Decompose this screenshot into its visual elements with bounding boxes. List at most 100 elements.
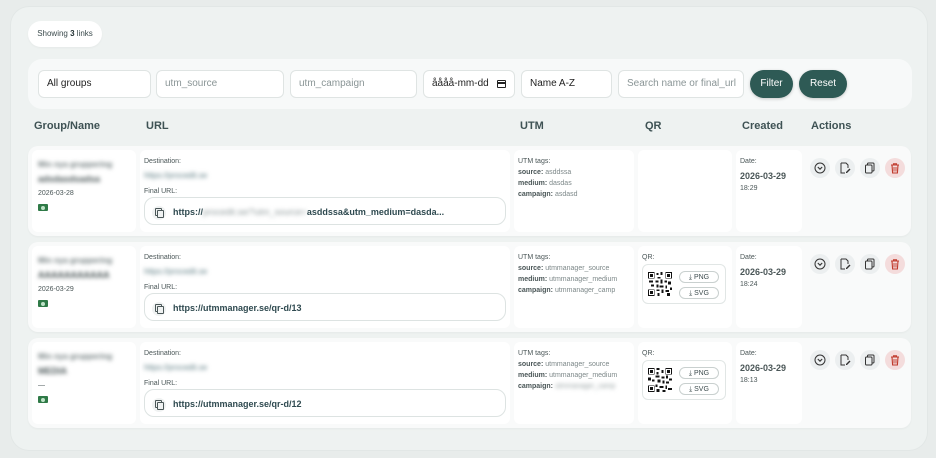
svg-label: SVG [694, 290, 709, 297]
duplicate-icon [865, 258, 875, 270]
final-url[interactable]: https://utmmanager.se/qr-d/13 [173, 303, 302, 313]
utm-medium-line: medium: dasdas [518, 180, 572, 187]
final-url-box[interactable]: https://utmmanager.se/qr-d/13 [144, 293, 506, 321]
utm-medium-key: medium: [518, 180, 548, 187]
utm-medium-key: medium: [518, 372, 548, 379]
delete-button[interactable] [885, 254, 905, 274]
utm-source-input[interactable]: utm_source [156, 70, 284, 98]
final-url-prefix: https:// [173, 207, 203, 217]
utm-campaign-input[interactable]: utm_campaign [290, 70, 417, 98]
edit-button[interactable] [835, 158, 855, 178]
qr-box: ⤓ PNG ⤓ SVG [642, 264, 726, 304]
edit-button[interactable] [835, 350, 855, 370]
copy-icon[interactable] [152, 302, 166, 316]
delete-button[interactable] [885, 158, 905, 178]
edit-icon [840, 162, 851, 174]
date-input-value: åååå-mm-dd [432, 78, 489, 89]
expand-button[interactable] [810, 158, 830, 178]
destination-label: Destination: [144, 350, 181, 357]
col-url[interactable]: URL [146, 120, 169, 132]
chevron-down-icon [814, 258, 826, 270]
svg-label: SVG [694, 386, 709, 393]
final-url-box[interactable]: https://procedit.se/?utm_source=asddssa&… [144, 197, 506, 225]
utm-campaign-value: utmmanager_camp [554, 383, 616, 390]
reset-button[interactable]: Reset [799, 70, 847, 98]
duplicate-button[interactable] [860, 350, 880, 370]
utm-medium-key: medium: [518, 276, 548, 283]
date-label: Date: [740, 350, 757, 357]
table-row: Min nya gruppering AAAAAAAAAAA 2026-03-2… [28, 242, 911, 332]
download-svg-button[interactable]: ⤓ SVG [679, 383, 719, 395]
showing-prefix: Showing [37, 29, 68, 38]
copy-icon[interactable] [152, 206, 166, 220]
sort-select[interactable]: Name A-Z [521, 70, 612, 98]
actions-cell [806, 342, 906, 424]
group-select[interactable]: All groups [38, 70, 151, 98]
qr-code-icon [648, 368, 672, 392]
trash-icon [891, 259, 899, 270]
col-group-name[interactable]: Group/Name [34, 120, 100, 132]
created-date: 2026-03-29 [740, 363, 787, 373]
date-label: Date: [740, 254, 757, 261]
duplicate-button[interactable] [860, 254, 880, 274]
destination-url[interactable]: https://procedit.se [144, 171, 207, 180]
utm-source-line: source: utmmanager_source [518, 361, 609, 368]
trash-icon [891, 355, 899, 366]
final-url-box[interactable]: https://utmmanager.se/qr-d/12 [144, 389, 506, 417]
destination-url[interactable]: https://procedit.se [144, 267, 207, 276]
col-qr[interactable]: QR [645, 120, 662, 132]
expand-button[interactable] [810, 350, 830, 370]
download-svg-button[interactable]: ⤓ SVG [679, 287, 719, 299]
filter-button[interactable]: Filter [750, 70, 793, 98]
money-icon [38, 396, 48, 403]
copy-icon[interactable] [152, 398, 166, 412]
qr-cell: QR: ⤓ PNG ⤓ SVG [638, 246, 732, 328]
qr-label: QR: [642, 350, 655, 357]
name-cell: Min nya gruppering AAAAAAAAAAA 2026-03-2… [32, 246, 136, 328]
utm-medium-value: dasdas [549, 180, 572, 187]
final-url-rest: asddssa&utm_medium=dasda... [306, 207, 445, 217]
calendar-icon[interactable] [497, 80, 506, 88]
date-input[interactable]: åååå-mm-dd [423, 70, 515, 98]
col-created[interactable]: Created [742, 120, 783, 132]
delete-button[interactable] [885, 350, 905, 370]
col-utm[interactable]: UTM [520, 120, 544, 132]
created-cell: Date: 2026-03-29 18:13 [736, 342, 802, 424]
created-time: 18:24 [740, 281, 758, 288]
download-icon: ⤓ [688, 370, 692, 377]
edit-button[interactable] [835, 254, 855, 274]
qr-cell [638, 150, 732, 232]
utm-source-value: utmmanager_source [545, 361, 610, 368]
final-url-label: Final URL: [144, 284, 178, 291]
utm-campaign-key: campaign: [518, 383, 554, 390]
download-icon: ⤓ [689, 290, 693, 297]
chevron-down-icon [814, 354, 826, 366]
money-icon [38, 300, 48, 307]
url-cell: Destination: https://procedit.se Final U… [140, 246, 510, 328]
download-png-button[interactable]: ⤓ PNG [679, 367, 719, 379]
edit-icon [840, 354, 851, 366]
created-time: 18:13 [740, 377, 758, 384]
expand-button[interactable] [810, 254, 830, 274]
qr-label: QR: [642, 254, 655, 261]
destination-url[interactable]: https://procedit.se [144, 363, 207, 372]
utm-cell: UTM tags: source: asddssa medium: dasdas… [514, 150, 634, 232]
qr-cell: QR: ⤓ PNG ⤓ SVG [638, 342, 732, 424]
utm-medium-line: medium: utmmanager_medium [518, 372, 617, 379]
created-time: 18:29 [740, 185, 758, 192]
utm-source-line: source: asddssa [518, 169, 571, 176]
utm-campaign-line: campaign: utmmanager_camp [518, 287, 615, 294]
utm-source-line: source: utmmanager_source [518, 265, 609, 272]
name-cell: Min nya gruppering MEDIA — [32, 342, 136, 424]
download-png-button[interactable]: ⤓ PNG [679, 271, 719, 283]
destination-label: Destination: [144, 254, 181, 261]
final-url[interactable]: https://utmmanager.se/qr-d/12 [173, 399, 302, 409]
group-name: Min nya gruppering [38, 256, 113, 265]
final-url[interactable]: https://procedit.se/?utm_source=asddssa&… [173, 207, 444, 217]
money-icon [38, 204, 48, 211]
utm-tags-label: UTM tags: [518, 350, 551, 357]
duplicate-button[interactable] [860, 158, 880, 178]
qr-code-icon [648, 272, 672, 296]
png-label: PNG [693, 274, 710, 281]
search-input[interactable]: Search name or final_url [618, 70, 744, 98]
